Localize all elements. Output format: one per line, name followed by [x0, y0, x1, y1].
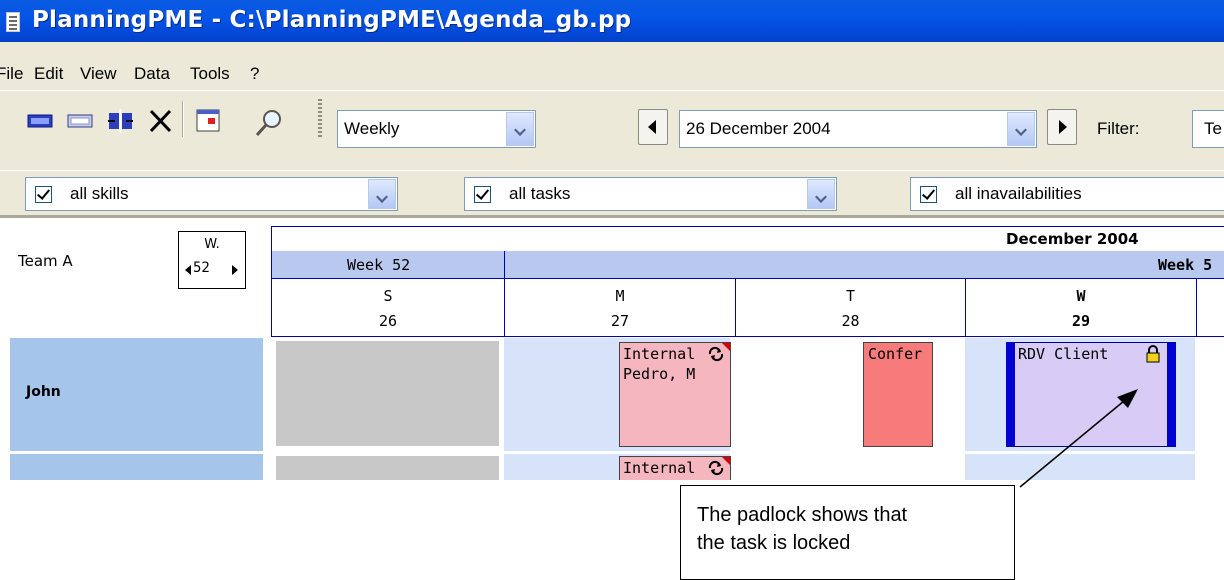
search-icon[interactable]	[254, 109, 284, 137]
skills-filter-select[interactable]: all skills	[25, 177, 398, 211]
day-letter: W	[1076, 287, 1086, 305]
recurrence-icon	[708, 460, 724, 476]
window-title: PlanningPME - C:\PlanningPME\Agenda_gb.p…	[32, 7, 632, 33]
chevron-down-icon[interactable]	[506, 112, 534, 146]
padlock-icon	[1146, 345, 1160, 363]
resource-name: John	[26, 384, 61, 400]
app-icon	[6, 12, 20, 32]
day-letter: S	[383, 287, 393, 305]
day-letter: M	[615, 287, 625, 305]
resource-row-next[interactable]	[10, 454, 263, 480]
task-rdv-client[interactable]: RDV Client	[1006, 342, 1176, 447]
month-row: December 2004	[271, 226, 1224, 252]
menu-help[interactable]: ?	[250, 64, 259, 84]
week-row: Week 52 Week 5	[271, 251, 1224, 279]
task-title: Internal	[623, 345, 696, 363]
week-selector-label: W.	[204, 237, 220, 252]
skills-filter-value: all skills	[70, 184, 129, 203]
task-internal[interactable]: Internal Pedro, M	[619, 342, 731, 447]
day-number: 28	[841, 312, 860, 330]
skills-checkbox[interactable]	[35, 186, 52, 203]
arrow-right-icon[interactable]	[232, 265, 238, 275]
tasks-filter-select[interactable]: all tasks	[464, 177, 837, 211]
day-number: 29	[1071, 312, 1091, 330]
inavailabilities-filter-value: all inavailabilities	[955, 184, 1082, 203]
edit-task-icon[interactable]	[66, 109, 96, 133]
week-label: Week 52	[347, 256, 411, 274]
task-conference[interactable]: Confer	[863, 342, 933, 447]
arrow-left-icon	[648, 120, 656, 134]
chevron-down-icon[interactable]	[807, 179, 835, 209]
page-background	[0, 480, 1224, 577]
callout-box: The padlock shows that the task is locke…	[680, 485, 1015, 580]
arrow-right-icon	[1059, 120, 1067, 134]
week-label: Week 5	[1158, 256, 1213, 274]
days-row: S 26 M 27 T 28 W 29	[271, 279, 1224, 337]
inavailabilities-filter-select[interactable]: all inavailabilities	[910, 177, 1224, 211]
add-task-icon[interactable]	[26, 109, 56, 133]
week-selector-value: 52	[193, 260, 210, 276]
task-title: Confer	[868, 345, 923, 363]
title-bar: PlanningPME - C:\PlanningPME\Agenda_gb.p…	[0, 0, 1224, 42]
delete-icon[interactable]	[146, 109, 176, 133]
task-title: RDV Client	[1018, 345, 1109, 363]
inavailabilities-checkbox[interactable]	[920, 186, 937, 203]
filter-label: Filter:	[1097, 119, 1140, 138]
resource-row-john[interactable]: John	[10, 338, 263, 451]
task-people: Pedro, M	[623, 365, 696, 383]
view-mode-value: Weekly	[344, 119, 400, 138]
task-internal[interactable]: Internal	[619, 456, 731, 480]
previous-period-button[interactable]	[638, 109, 668, 145]
split-icon[interactable]	[106, 109, 136, 133]
day-letter: T	[845, 287, 856, 305]
day-divider	[1196, 279, 1197, 337]
calendar-icon[interactable]	[194, 109, 224, 133]
day-cell-29[interactable]	[965, 454, 1195, 480]
filter-value: Te	[1204, 119, 1222, 138]
weekend-cell	[276, 341, 499, 446]
menu-edit[interactable]: Edit	[34, 64, 63, 84]
filter-input[interactable]: Te	[1192, 110, 1224, 148]
tasks-checkbox[interactable]	[474, 186, 491, 203]
chevron-down-icon[interactable]	[368, 179, 396, 209]
weekend-cell	[276, 456, 499, 480]
menu-bar: File Edit View Data Tools ?	[0, 42, 1224, 90]
view-mode-select[interactable]: Weekly	[337, 110, 536, 148]
arrow-left-icon[interactable]	[185, 265, 191, 275]
toolbar-grip[interactable]	[318, 99, 322, 139]
menu-data[interactable]: Data	[134, 64, 170, 84]
chevron-down-icon[interactable]	[1007, 112, 1035, 146]
date-value: 26 December 2004	[686, 119, 831, 138]
next-period-button[interactable]	[1047, 109, 1077, 145]
menu-tools[interactable]: Tools	[190, 64, 230, 84]
task-title: Internal	[623, 459, 696, 477]
callout-text: the task is locked	[697, 532, 851, 554]
month-label: December 2004	[1006, 230, 1139, 248]
week-divider	[504, 251, 505, 279]
day-number: 26	[378, 312, 398, 330]
tasks-filter-value: all tasks	[509, 184, 571, 203]
menu-view[interactable]: View	[80, 64, 117, 84]
recurrence-icon	[708, 346, 724, 362]
team-label: Team A	[18, 252, 73, 270]
week-selector[interactable]: W. 52	[178, 231, 246, 289]
callout-text: The padlock shows that	[697, 504, 908, 526]
day-number: 27	[610, 312, 630, 330]
toolbar-separator	[182, 101, 184, 137]
date-select[interactable]: 26 December 2004	[679, 110, 1037, 148]
menu-file[interactable]: File	[0, 64, 23, 84]
toolbar: Weekly 26 December 2004 Filter: Te	[0, 90, 1224, 170]
